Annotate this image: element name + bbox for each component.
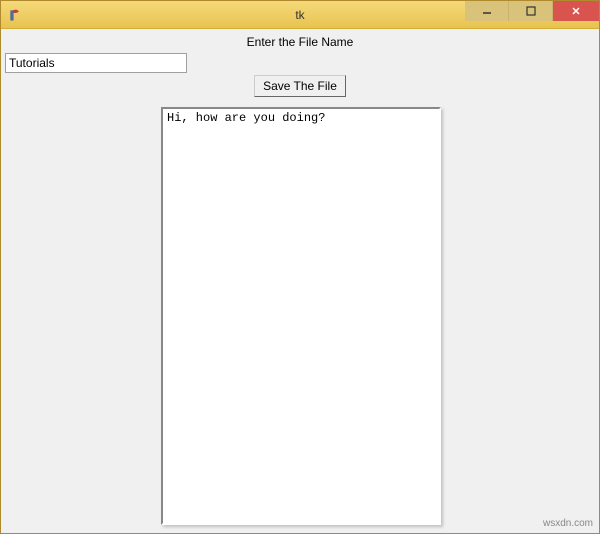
minimize-button[interactable] [465,1,509,21]
filename-input[interactable] [5,53,187,73]
save-button[interactable]: Save The File [254,75,346,97]
window-controls [465,1,599,28]
text-editor[interactable] [163,109,439,523]
text-editor-frame [161,107,441,525]
titlebar[interactable]: tk [1,1,599,29]
client-area: Enter the File Name Save The File wsxdn.… [1,29,599,533]
app-icon [7,7,23,23]
window-title: tk [295,8,304,22]
close-button[interactable] [553,1,599,21]
file-name-label: Enter the File Name [5,35,595,49]
maximize-button[interactable] [509,1,553,21]
window-frame: tk Enter the File Name Save The File wsx… [0,0,600,534]
watermark-text: wsxdn.com [543,518,593,529]
